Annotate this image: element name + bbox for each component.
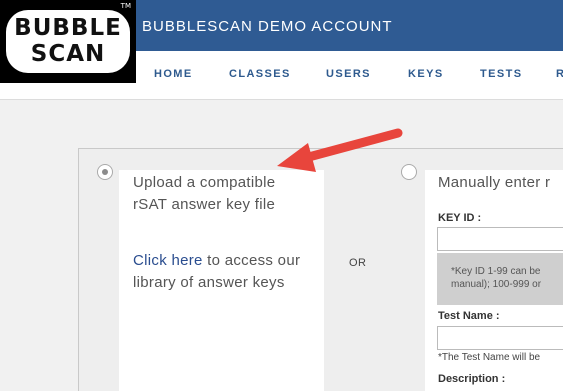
key-id-help-line2: manual); 100-999 or [451,279,542,290]
test-name-label: Test Name : [438,310,500,322]
manual-option-title: Manually enter r [438,174,551,191]
answer-key-library-text: Click here to access our library of answ… [133,250,313,294]
upload-option-radio[interactable] [97,164,113,180]
nav-item-home[interactable]: HOME [154,68,193,80]
test-name-input[interactable] [437,326,563,350]
manual-option-radio[interactable] [401,164,417,180]
nav-item-reports-truncated[interactable]: R [556,68,563,80]
logo-badge: BUBBLE SCAN [6,10,130,73]
trademark-mark: TM [120,2,131,10]
description-label: Description : [438,373,506,385]
or-separator: OR [349,257,367,269]
nav-item-users[interactable]: USERS [326,68,371,80]
nav-item-keys[interactable]: KEYS [408,68,444,80]
key-id-help-text: *Key ID 1-99 can be manual); 100-999 or [451,265,541,291]
upload-option-text: Upload a compatible rSAT answer key file [133,174,276,213]
nav-item-tests[interactable]: TESTS [480,68,522,80]
logo-text-line1: BUBBLE [14,15,122,41]
test-name-note: *The Test Name will be [438,352,541,363]
nav-item-classes[interactable]: CLASSES [229,68,291,80]
key-id-input[interactable] [437,227,563,251]
key-id-help-line1: *Key ID 1-99 can be [451,266,541,277]
logo-text-line2: SCAN [30,41,106,67]
bubblescan-logo[interactable]: BUBBLE SCAN TM [0,0,136,83]
library-link[interactable]: Click here [133,252,203,269]
account-title: BUBBLESCAN DEMO ACCOUNT [142,18,393,35]
key-id-label: KEY ID : [438,212,482,224]
